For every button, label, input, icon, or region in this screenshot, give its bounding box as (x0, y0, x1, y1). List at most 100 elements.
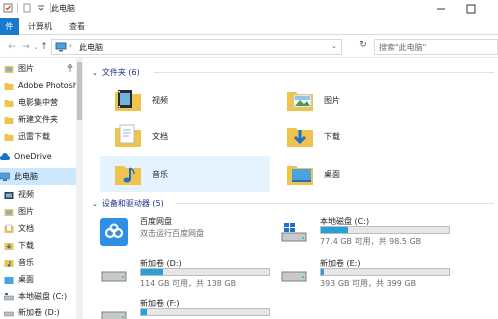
downloads-folder-icon (4, 242, 14, 250)
sidebar-item-this-pc[interactable]: 此电脑 (0, 168, 76, 185)
capacity-bar (320, 226, 450, 234)
sidebar-item-music[interactable]: 音乐 (0, 254, 76, 271)
refresh-button[interactable]: ↻ (357, 40, 369, 52)
window-title: 此电脑 (51, 4, 75, 13)
sidebar-item-documents[interactable]: 文档 (0, 220, 76, 237)
capacity-text: 393 GB 可用，共 399 GB (320, 279, 417, 288)
tab-computer[interactable]: 计算机 (28, 18, 52, 35)
music-folder-icon (4, 259, 14, 267)
folder-icon (4, 116, 14, 124)
back-arrow-icon: ← (8, 42, 16, 52)
sidebar-scrollbar[interactable] (76, 58, 82, 319)
capacity-bar (140, 308, 270, 316)
drive-icon (101, 311, 127, 319)
drive-icon (4, 311, 14, 316)
computer-icon (55, 42, 67, 52)
chevron-down-icon[interactable]: ⌄ (331, 42, 337, 50)
title-bar: 此电脑 (0, 0, 498, 18)
tab-view[interactable]: 查看 (69, 18, 85, 35)
device-name: 百度网盘 (140, 217, 172, 226)
documents-folder-icon (4, 224, 14, 233)
drive-icon (281, 271, 307, 282)
capacity-bar-fill (141, 269, 163, 275)
up-arrow-icon: ↑ (40, 42, 48, 52)
computer-icon (0, 172, 10, 181)
sidebar-item-onedrive[interactable]: OneDrive (0, 148, 76, 165)
sidebar-item-drive-d[interactable]: 新加卷 (D:) (0, 304, 76, 319)
desktop-folder-icon (4, 276, 14, 284)
videos-folder-icon (4, 191, 14, 199)
tab-file[interactable]: 件 (0, 18, 19, 35)
music-folder-icon (115, 166, 141, 185)
sidebar-item-pictures-pinned[interactable]: 图片 (0, 60, 76, 77)
pictures-folder-icon (287, 92, 313, 111)
folder-desktop[interactable]: 桌面 (272, 156, 442, 192)
documents-folder-icon (115, 124, 141, 147)
sidebar-item-new-folder[interactable]: 新建文件夹 (0, 111, 76, 128)
device-drive-d[interactable]: 新加卷 (D:) 114 GB 可用，共 138 GB (88, 254, 270, 290)
breadcrumb[interactable]: 此电脑 (79, 42, 103, 53)
navigation-bar: ← → ⌄ ↑ › 此电脑 ⌄ ↻ (0, 36, 498, 58)
capacity-bar-fill (321, 227, 348, 233)
capacity-text: 114 GB 可用，共 138 GB (140, 279, 237, 288)
device-local-disk-c[interactable]: 本地磁盘 (C:) 77.4 GB 可用，共 98.5 GB (268, 212, 450, 248)
customize-dropdown-icon[interactable] (36, 3, 46, 13)
device-baidu-netdisk[interactable]: 百度网盘 双击运行百度网盘 (88, 212, 263, 248)
device-drive-e[interactable]: 新加卷 (E:) 393 GB 可用，共 399 GB (268, 254, 450, 290)
sidebar-item-adobe-photoshop[interactable]: Adobe Photosh (0, 77, 76, 94)
sidebar-item-videos[interactable]: 视频 (0, 186, 76, 203)
content-pane: ⌄ 文件夹 (6) 视频 图片 文档 下载 音乐 桌面 ⌄ 设备和驱动器 (5)… (84, 58, 498, 319)
address-box[interactable]: › 此电脑 ⌄ (51, 39, 342, 55)
capacity-bar-fill (321, 269, 324, 275)
onedrive-cloud-icon (0, 152, 10, 160)
breadcrumb-chevron-icon[interactable]: › (69, 42, 72, 50)
folder-icon (4, 99, 14, 107)
capacity-bar (140, 268, 270, 276)
pictures-folder-icon (4, 208, 14, 216)
sidebar-item-local-disk-c[interactable]: 本地磁盘 (C:) (0, 288, 76, 305)
device-drive-f[interactable]: 新加卷 (F:) (88, 294, 270, 319)
folders-group-header[interactable]: ⌄ 文件夹 (6) (92, 67, 140, 78)
maximize-icon (466, 4, 476, 14)
system-drive-icon (4, 292, 14, 300)
pin-icon[interactable] (66, 64, 74, 72)
collapse-chevron-icon[interactable]: ⌄ (92, 200, 98, 208)
search-input[interactable] (379, 41, 479, 53)
up-button[interactable]: ↑ (38, 41, 50, 53)
maximize-button[interactable] (458, 0, 484, 18)
new-folder-icon[interactable] (22, 3, 32, 13)
properties-icon[interactable] (3, 3, 13, 13)
sidebar-item-downloads[interactable]: 下载 (0, 237, 76, 254)
folder-documents[interactable]: 文档 (100, 118, 270, 154)
device-subtitle: 双击运行百度网盘 (140, 229, 204, 238)
group-divider (154, 72, 494, 73)
collapse-chevron-icon[interactable]: ⌄ (92, 69, 98, 77)
folder-videos[interactable]: 视频 (100, 82, 270, 118)
drive-icon (101, 271, 127, 282)
forward-arrow-icon: → (22, 42, 30, 52)
capacity-bar-fill (141, 309, 148, 315)
sidebar-item-pictures[interactable]: 图片 (0, 203, 76, 220)
folder-pictures[interactable]: 图片 (272, 82, 442, 118)
baidu-netdisk-icon (100, 218, 128, 246)
desktop-folder-icon (287, 166, 313, 185)
pictures-folder-icon (4, 65, 14, 73)
videos-folder-icon (115, 90, 141, 111)
refresh-icon: ↻ (359, 40, 367, 50)
back-button[interactable]: ← (6, 41, 18, 53)
capacity-bar (320, 268, 450, 276)
search-box[interactable] (374, 39, 498, 55)
ribbon-tabs: 件 计算机 查看 (0, 18, 498, 35)
sidebar-item-movies[interactable]: 电影集中营 (0, 94, 76, 111)
sidebar-item-desktop[interactable]: 桌面 (0, 271, 76, 288)
sidebar-item-xunlei-downloads[interactable]: 迅雷下载 (0, 128, 76, 145)
folder-music[interactable]: 音乐 (100, 156, 270, 192)
downloads-folder-icon (287, 128, 313, 147)
group-divider (176, 203, 494, 204)
minimize-button[interactable] (428, 0, 454, 18)
scrollbar-thumb[interactable] (77, 62, 82, 120)
folder-icon (4, 133, 14, 141)
system-drive-icon (281, 223, 307, 242)
folder-downloads[interactable]: 下载 (272, 118, 442, 154)
devices-group-header[interactable]: ⌄ 设备和驱动器 (5) (92, 198, 164, 209)
